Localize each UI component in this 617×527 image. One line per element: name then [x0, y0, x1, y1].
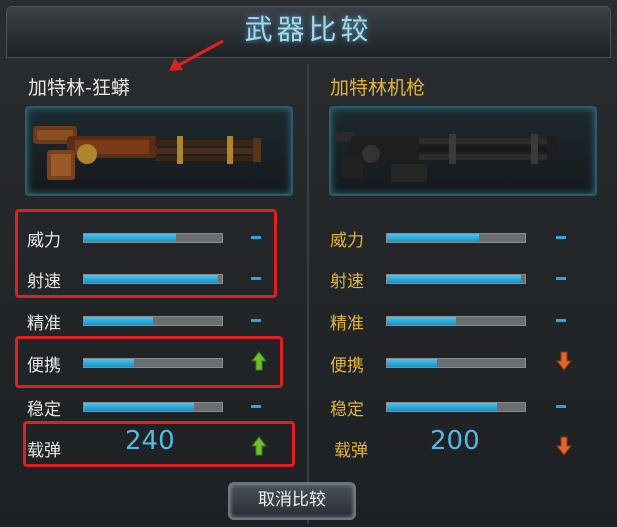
left-stat-row-accuracy: 精准: [25, 305, 285, 335]
orange-down-arrow-icon: [556, 436, 572, 456]
stat-bar: [386, 274, 526, 284]
annotation-box-power-firerate: [15, 209, 277, 298]
ammo-value: 200: [430, 426, 480, 456]
stat-bar-fill: [387, 234, 480, 242]
right-stat-row-portability: 便携: [330, 347, 590, 377]
stat-bar: [83, 402, 223, 412]
gatling-python-icon: [33, 126, 261, 180]
right-stat-row-accuracy: 精准: [330, 305, 590, 335]
left-weapon-name: 加特林-狂蟒: [28, 77, 130, 99]
window-title: 武器比较: [244, 13, 373, 46]
dash-icon: [556, 405, 566, 408]
stat-label: 威力: [330, 231, 364, 251]
dash-icon: [556, 236, 566, 239]
stat-bar-fill: [387, 359, 437, 367]
annotation-box-portability: [15, 336, 283, 388]
right-stat-row-power: 威力: [330, 222, 590, 252]
stat-label: 便携: [330, 356, 364, 376]
left-stat-row-stability: 稳定: [25, 391, 285, 421]
stat-bar-fill: [84, 317, 153, 325]
dash-icon: [251, 319, 261, 322]
gatling-gun-icon: [335, 132, 557, 182]
cancel-compare-button[interactable]: 取消比较: [228, 482, 356, 520]
right-weapon-image: [329, 106, 597, 196]
orange-down-arrow-icon: [556, 351, 572, 371]
left-weapon-image: [25, 106, 293, 196]
stat-label: 精准: [27, 314, 61, 334]
stat-bar-fill: [84, 403, 195, 411]
stat-label: 稳定: [330, 400, 364, 420]
stat-bar: [386, 233, 526, 243]
stat-label: 射速: [330, 272, 364, 292]
annotation-arrow-icon: [169, 39, 224, 71]
right-stat-row-firerate: 射速: [330, 263, 590, 293]
right-stat-row-ammo: 载弹 200: [330, 426, 590, 462]
stat-label: 精准: [330, 314, 364, 334]
stat-label: 稳定: [27, 400, 61, 420]
ammo-label: 载弹: [334, 441, 368, 461]
annotation-box-ammo: [23, 421, 295, 467]
dash-icon: [251, 405, 261, 408]
stat-bar: [386, 358, 526, 368]
stat-bar-fill: [387, 403, 498, 411]
dash-icon: [556, 319, 566, 322]
stat-bar: [386, 316, 526, 326]
stat-bar: [386, 402, 526, 412]
right-stat-row-stability: 稳定: [330, 391, 590, 421]
stat-bar-fill: [387, 275, 521, 283]
stat-bar-fill: [387, 317, 456, 325]
column-divider: [307, 64, 309, 524]
dash-icon: [556, 277, 566, 280]
stat-bar: [83, 316, 223, 326]
right-weapon-name: 加特林机枪: [330, 77, 426, 99]
